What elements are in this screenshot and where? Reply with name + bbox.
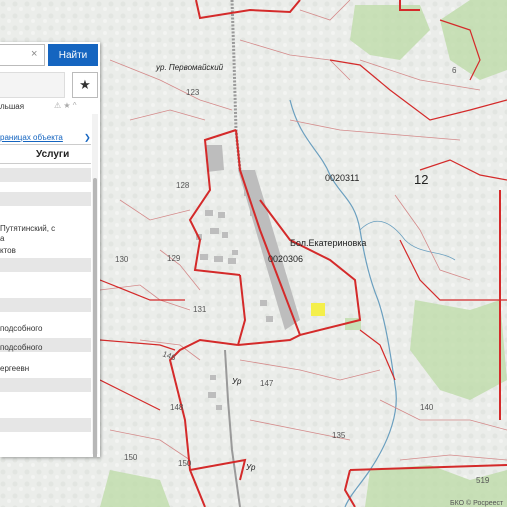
- services-header[interactable]: Услуги: [0, 144, 91, 164]
- map-label-135: 135: [332, 431, 346, 440]
- find-button[interactable]: Найти: [48, 44, 98, 66]
- list-item[interactable]: [0, 192, 91, 206]
- map-label-ur-1: Ур: [231, 377, 242, 386]
- info-panel: ★ льшая ⚠ ★ ^ раницах объекта ❯ Услуги П…: [0, 42, 100, 457]
- map-label-140: 140: [420, 403, 434, 412]
- warning-icon[interactable]: ⚠ ★ ^: [54, 101, 77, 110]
- map-label-148: 148: [170, 403, 184, 412]
- list-item-text: подсобного: [0, 324, 43, 333]
- map-label-123: 123: [186, 88, 200, 97]
- map-label-147: 147: [260, 379, 274, 388]
- search-bar: × Найти: [0, 42, 101, 68]
- map-label-street-top: ур. Первомайский: [155, 63, 224, 72]
- list-item[interactable]: [0, 378, 91, 392]
- panel-tabs[interactable]: [0, 72, 65, 98]
- services-header-label: Услуги: [36, 149, 70, 160]
- list-item[interactable]: [0, 168, 91, 182]
- star-icon[interactable]: ★: [72, 72, 98, 98]
- yellow-parcel[interactable]: [311, 303, 325, 316]
- panel-scrollbar-thumb[interactable]: [93, 178, 97, 457]
- map-label-131: 131: [193, 305, 207, 314]
- map-label-130: 130: [115, 255, 129, 264]
- map-label-128: 128: [176, 181, 190, 190]
- map-label-150-b: 150: [178, 459, 192, 468]
- map-label-150-a: 150: [124, 453, 138, 462]
- map-copyright: БКО © Росреест: [450, 499, 504, 507]
- map-label-quarter-0020306: 0020306: [268, 254, 303, 264]
- list-item[interactable]: [0, 298, 91, 312]
- map-label-12: 12: [414, 172, 428, 187]
- map-label-quarter-0020311: 0020311: [325, 173, 359, 183]
- list-item-text: ктов: [0, 246, 16, 255]
- object-bounds-link[interactable]: раницах объекта: [0, 133, 63, 142]
- list-item-text: ергеевн: [0, 364, 30, 373]
- map-label-6: 6: [452, 66, 457, 75]
- list-item-text: а: [0, 234, 5, 243]
- object-title: льшая: [0, 102, 25, 111]
- list-item-text: Путятинский, с: [0, 224, 56, 233]
- search-input[interactable]: [0, 44, 45, 66]
- list-item[interactable]: [0, 418, 91, 432]
- map-label-ur-2: Ур: [245, 463, 256, 472]
- list-item[interactable]: [0, 258, 91, 272]
- list-item-text: подсобного: [0, 343, 43, 352]
- map-label-129: 129: [167, 254, 181, 263]
- panel-toolbar: ★: [0, 70, 100, 100]
- chevron-right-icon: ❯: [84, 133, 91, 142]
- map-label-village: Бол.Екатериновка: [290, 238, 366, 248]
- map-label-519: 519: [476, 476, 490, 485]
- close-icon[interactable]: ×: [31, 48, 37, 60]
